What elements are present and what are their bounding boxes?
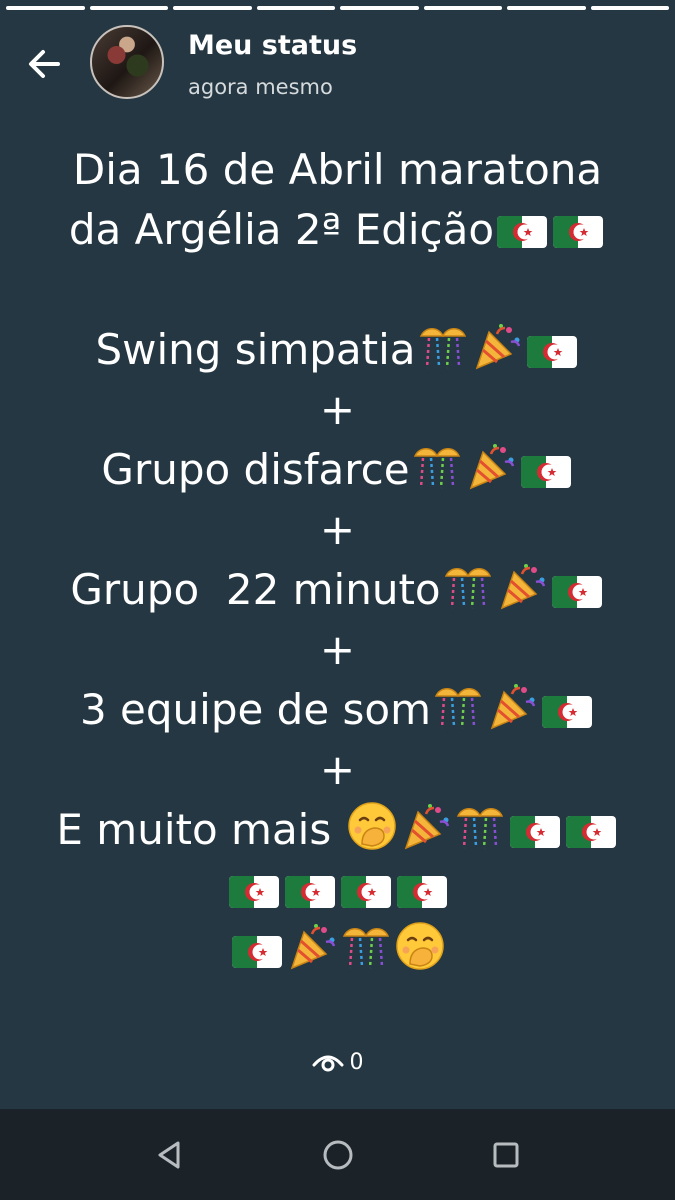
status-line: + — [0, 620, 675, 680]
views-count: 0 — [349, 1050, 364, 1075]
flag-algeria-icon — [283, 868, 337, 928]
status-message: Dia 16 de Abril maratona da Argélia 2ª Ed… — [0, 140, 675, 980]
party-popper-icon — [465, 440, 517, 508]
avatar[interactable] — [90, 25, 164, 99]
status-progress-bar — [6, 6, 669, 10]
status-time: agora mesmo — [188, 75, 333, 99]
status-line-text: + — [319, 385, 356, 434]
status-line-text: da Argélia 2ª Edição — [68, 205, 495, 254]
status-line: Grupo 22 minuto — [0, 560, 675, 620]
status-line-text: + — [319, 505, 356, 554]
flag-algeria-icon — [227, 868, 281, 928]
status-line-text: Grupo 22 minuto — [70, 565, 441, 614]
status-line: Grupo disfarce — [0, 440, 675, 500]
status-header: Meu status agora mesmo — [0, 22, 675, 102]
confetti-ball-icon — [454, 800, 506, 868]
system-navbar — [0, 1109, 675, 1200]
confetti-ball-icon — [432, 680, 484, 748]
page-title: Meu status — [188, 30, 358, 61]
status-line-text: Grupo disfarce — [101, 445, 410, 494]
party-popper-icon — [471, 320, 523, 388]
party-popper-icon — [496, 560, 548, 628]
flag-algeria-icon — [564, 808, 618, 868]
progress-segment — [256, 6, 335, 10]
confetti-ball-icon — [417, 320, 469, 388]
flag-algeria-icon — [540, 688, 594, 748]
status-line: E muito mais — [0, 800, 675, 860]
flag-algeria-icon — [395, 868, 449, 928]
flag-algeria-icon — [525, 328, 579, 388]
progress-segment — [173, 6, 252, 10]
flag-algeria-icon — [519, 448, 573, 508]
arrow-back-icon — [29, 50, 60, 78]
recents-square-icon — [493, 1142, 519, 1168]
status-line-text: + — [319, 745, 356, 794]
progress-segment — [340, 6, 419, 10]
status-line — [0, 920, 675, 980]
progress-segment — [89, 6, 168, 10]
status-line-text: + — [319, 625, 356, 674]
status-line — [0, 260, 675, 320]
hand-over-mouth-icon — [394, 920, 446, 988]
status-line: + — [0, 380, 675, 440]
progress-segment — [507, 6, 586, 10]
confetti-ball-icon — [411, 440, 463, 508]
party-popper-icon — [400, 800, 452, 868]
hand-over-mouth-icon — [346, 800, 398, 868]
party-popper-icon — [486, 680, 538, 748]
flag-algeria-icon — [339, 868, 393, 928]
status-line-text: Dia 16 de Abril maratona — [72, 145, 603, 194]
flag-algeria-icon — [508, 808, 562, 868]
status-line: 3 equipe de som — [0, 680, 675, 740]
status-line: da Argélia 2ª Edição — [0, 200, 675, 260]
flag-algeria-icon — [551, 208, 605, 268]
status-line-text: E muito mais — [56, 805, 345, 854]
progress-segment — [590, 6, 669, 10]
nav-home-button[interactable] — [318, 1135, 358, 1175]
status-line: + — [0, 740, 675, 800]
back-button[interactable] — [22, 42, 66, 86]
flag-algeria-icon — [230, 928, 284, 988]
back-triangle-icon — [158, 1141, 180, 1169]
home-circle-icon — [323, 1140, 353, 1170]
status-line-text: 3 equipe de som — [79, 685, 432, 734]
confetti-ball-icon — [442, 560, 494, 628]
flag-algeria-icon — [550, 568, 604, 628]
status-line — [0, 860, 675, 920]
status-line: + — [0, 500, 675, 560]
flag-algeria-icon — [495, 208, 549, 268]
progress-segment — [423, 6, 502, 10]
status-line: Dia 16 de Abril maratona — [0, 140, 675, 200]
status-line-text: Swing simpatia — [95, 325, 416, 374]
views-indicator[interactable]: 0 — [0, 1050, 675, 1075]
nav-recents-button[interactable] — [486, 1135, 526, 1175]
status-line: Swing simpatia — [0, 320, 675, 380]
nav-back-button[interactable] — [150, 1135, 190, 1175]
progress-segment — [6, 6, 85, 10]
eye-icon — [312, 1055, 343, 1072]
party-popper-icon — [286, 920, 338, 988]
confetti-ball-icon — [340, 920, 392, 988]
